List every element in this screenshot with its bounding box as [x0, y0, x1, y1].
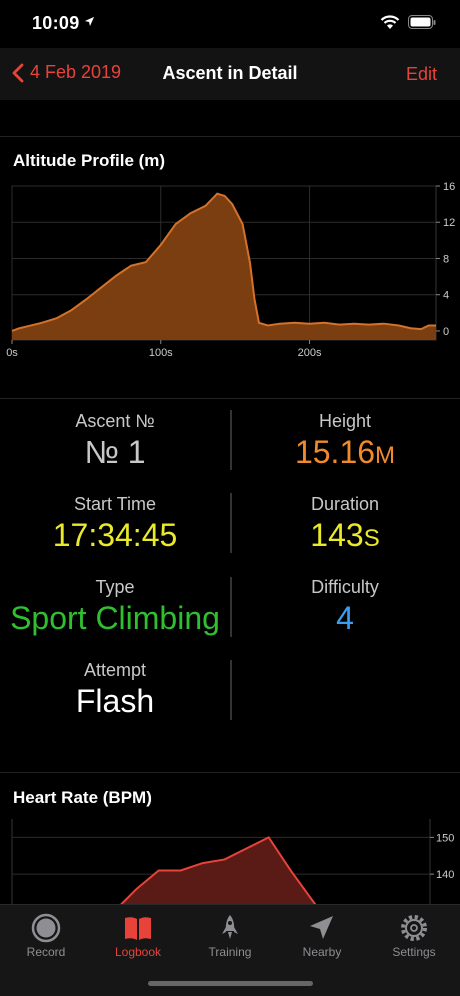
duration-label: Duration	[310, 494, 380, 514]
altitude-chart-title: Altitude Profile (m)	[13, 151, 166, 170]
difficulty-cell: Difficulty 4	[230, 577, 460, 637]
home-indicator	[148, 981, 313, 986]
divider	[0, 398, 460, 399]
x-tick-label: 100s	[149, 347, 173, 359]
start-time-value: 17:34:45	[52, 517, 178, 553]
location-arrow-icon	[84, 16, 95, 27]
type-cell: Type Sport Climbing	[0, 577, 230, 637]
ascent-number-cell: Ascent № № 1	[0, 411, 230, 471]
duration-value: 143S	[310, 517, 380, 553]
tab-nearby-label: Nearby	[302, 945, 342, 959]
battery-icon	[408, 15, 436, 29]
type-label: Type	[95, 577, 135, 597]
altitude-chart: 16 12 8 4 0 0s 100s 200s	[6, 181, 455, 359]
ascent-number-label: Ascent №	[75, 411, 155, 431]
logbook-icon	[125, 917, 151, 940]
attempt-cell: Attempt Flash	[0, 660, 230, 720]
attempt-label: Attempt	[83, 660, 147, 680]
edit-button[interactable]: Edit	[406, 64, 437, 85]
x-tick-label: 200s	[298, 347, 322, 359]
y-tick-label: 8	[443, 253, 449, 265]
divider	[0, 136, 460, 137]
y-tick-label: 140	[436, 869, 454, 881]
wifi-icon	[380, 15, 400, 29]
y-tick-label: 12	[443, 217, 455, 229]
tab-training-label: Training	[208, 945, 252, 959]
height-value: 15.16M	[294, 434, 396, 470]
status-bar: 10:09	[0, 0, 460, 48]
gear-icon	[401, 915, 427, 941]
difficulty-value: 4	[336, 600, 354, 636]
tab-settings-label: Settings	[392, 945, 436, 959]
heart-rate-chart: 150140130120	[11, 819, 454, 905]
y-tick-label: 16	[443, 181, 455, 193]
attempt-value: Flash	[75, 683, 155, 719]
navigation-bar: 4 Feb 2019 Ascent in Detail Edit	[0, 48, 460, 100]
page-title: Ascent in Detail	[162, 63, 298, 83]
height-label: Height	[318, 411, 372, 431]
tab-logbook-label: Logbook	[114, 945, 162, 959]
location-arrow-icon	[310, 916, 333, 939]
x-tick-label: 0s	[6, 347, 18, 359]
status-time: 10:09	[32, 13, 80, 33]
altitude-area	[12, 193, 436, 340]
y-tick-label: 150	[436, 832, 454, 844]
y-tick-label: 0	[443, 326, 449, 338]
y-tick-label: 4	[443, 290, 449, 302]
start-time-cell: Start Time 17:34:45	[0, 494, 230, 554]
height-cell: Height 15.16M	[230, 411, 460, 471]
heart-rate-area	[120, 837, 316, 905]
record-icon	[31, 913, 61, 943]
ascent-number-value: № 1	[84, 434, 146, 470]
rocket-icon	[222, 915, 238, 939]
heart-rate-chart-title: Heart Rate (BPM)	[13, 788, 152, 807]
difficulty-label: Difficulty	[311, 577, 379, 597]
tab-record-label: Record	[26, 945, 66, 959]
type-value: Sport Climbing	[10, 600, 220, 636]
duration-cell: Duration 143S	[230, 494, 460, 554]
divider	[0, 772, 460, 773]
start-time-label: Start Time	[73, 494, 157, 514]
column-divider	[230, 660, 232, 720]
